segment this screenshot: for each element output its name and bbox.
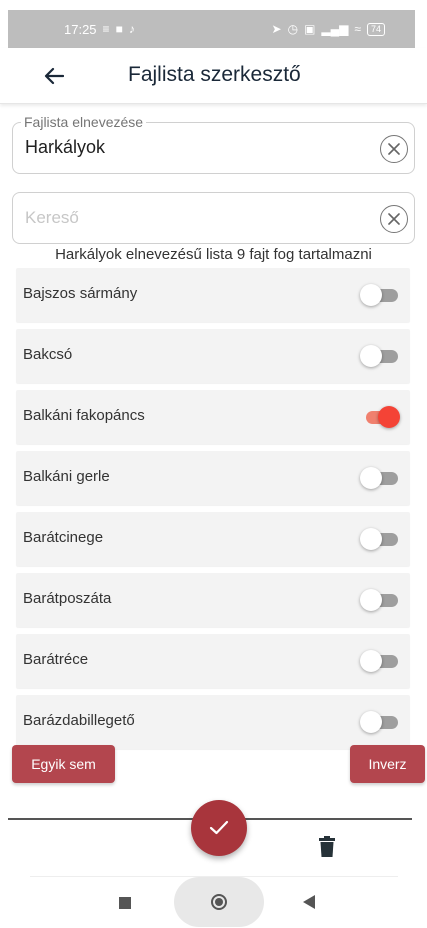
species-name: Barátcinege: [23, 529, 104, 546]
species-toggle[interactable]: [360, 345, 402, 367]
search-field[interactable]: [12, 192, 415, 244]
status-bar: 17:25 ≡ ■ ♪ ➤ ◷ ▣ ▂▄▆ ≈ 74: [8, 10, 415, 48]
clear-search-button[interactable]: [380, 205, 408, 233]
wifi-icon: ≈: [354, 22, 361, 36]
species-toggle[interactable]: [360, 650, 402, 672]
list-name-value[interactable]: Harkályok: [25, 137, 105, 158]
trash-icon: [319, 836, 335, 857]
home-icon: [211, 894, 227, 910]
search-input[interactable]: [25, 205, 365, 231]
species-toggle[interactable]: [360, 711, 402, 733]
app-bar: Fajlista szerkesztő: [0, 48, 427, 104]
species-toggle[interactable]: [360, 284, 402, 306]
status-time: 17:25: [64, 21, 97, 37]
species-toggle[interactable]: [360, 589, 402, 611]
select-none-button[interactable]: Egyik sem: [12, 745, 115, 783]
check-icon: [209, 820, 229, 835]
clear-name-button[interactable]: [380, 135, 408, 163]
species-name: Bajszos sármány: [23, 285, 138, 302]
status-bar-left: 17:25 ≡ ■ ♪: [64, 22, 135, 37]
close-icon: [388, 143, 400, 155]
list-name-label: Fajlista elnevezése: [21, 114, 147, 130]
species-name: Barátréce: [23, 651, 89, 668]
species-count-info: Harkályok elnevezésű lista 9 fajt fog ta…: [55, 246, 372, 263]
list-item[interactable]: Barátposzáta: [16, 573, 410, 627]
list-name-field[interactable]: Fajlista elnevezése Harkályok: [12, 114, 415, 174]
battery-icon: 74: [366, 22, 385, 36]
screen: 17:25 ≡ ■ ♪ ➤ ◷ ▣ ▂▄▆ ≈ 74 Fajlista szer…: [0, 0, 427, 928]
nav-back-icon[interactable]: [302, 894, 316, 910]
system-nav-bar: [30, 876, 398, 928]
signal-icon: ▂▄▆: [321, 22, 349, 36]
tiktok-icon: ♪: [128, 22, 135, 36]
delete-button[interactable]: [318, 836, 336, 858]
species-list: Bajszos sármány Bakcsó Balkáni fakopáncs…: [16, 268, 410, 756]
alarm-icon: ◷: [287, 22, 299, 36]
list-item[interactable]: Bajszos sármány: [16, 268, 410, 322]
recents-button[interactable]: [119, 897, 131, 909]
status-bar-right: ➤ ◷ ▣ ▂▄▆ ≈ 74: [271, 22, 385, 36]
notification-icon: ≡: [102, 22, 110, 36]
list-item[interactable]: Barázdabillegető: [16, 695, 410, 749]
location-icon: ➤: [271, 22, 282, 36]
invert-selection-button[interactable]: Inverz: [350, 745, 425, 783]
close-icon: [388, 213, 400, 225]
list-item[interactable]: Barátcinege: [16, 512, 410, 566]
list-item[interactable]: Bakcsó: [16, 329, 410, 383]
species-name: Bakcsó: [23, 346, 73, 363]
list-item[interactable]: Balkáni gerle: [16, 451, 410, 505]
save-button[interactable]: [191, 800, 247, 856]
home-button[interactable]: [174, 877, 264, 927]
list-item[interactable]: Barátréce: [16, 634, 410, 688]
species-name: Balkáni gerle: [23, 468, 110, 485]
species-name: Barátposzáta: [23, 590, 112, 607]
arrow-left-icon: [44, 67, 64, 85]
species-name: Balkáni fakopáncs: [23, 407, 145, 424]
species-toggle[interactable]: [360, 528, 402, 550]
back-button[interactable]: [40, 62, 68, 90]
list-item[interactable]: Balkáni fakopáncs: [16, 390, 410, 444]
car-icon: ■: [115, 22, 123, 36]
species-toggle[interactable]: [360, 467, 402, 489]
sim-icon: ▣: [304, 22, 316, 36]
page-title: Fajlista szerkesztő: [128, 63, 301, 86]
species-name: Barázdabillegető: [23, 712, 135, 729]
species-toggle[interactable]: [360, 406, 402, 428]
